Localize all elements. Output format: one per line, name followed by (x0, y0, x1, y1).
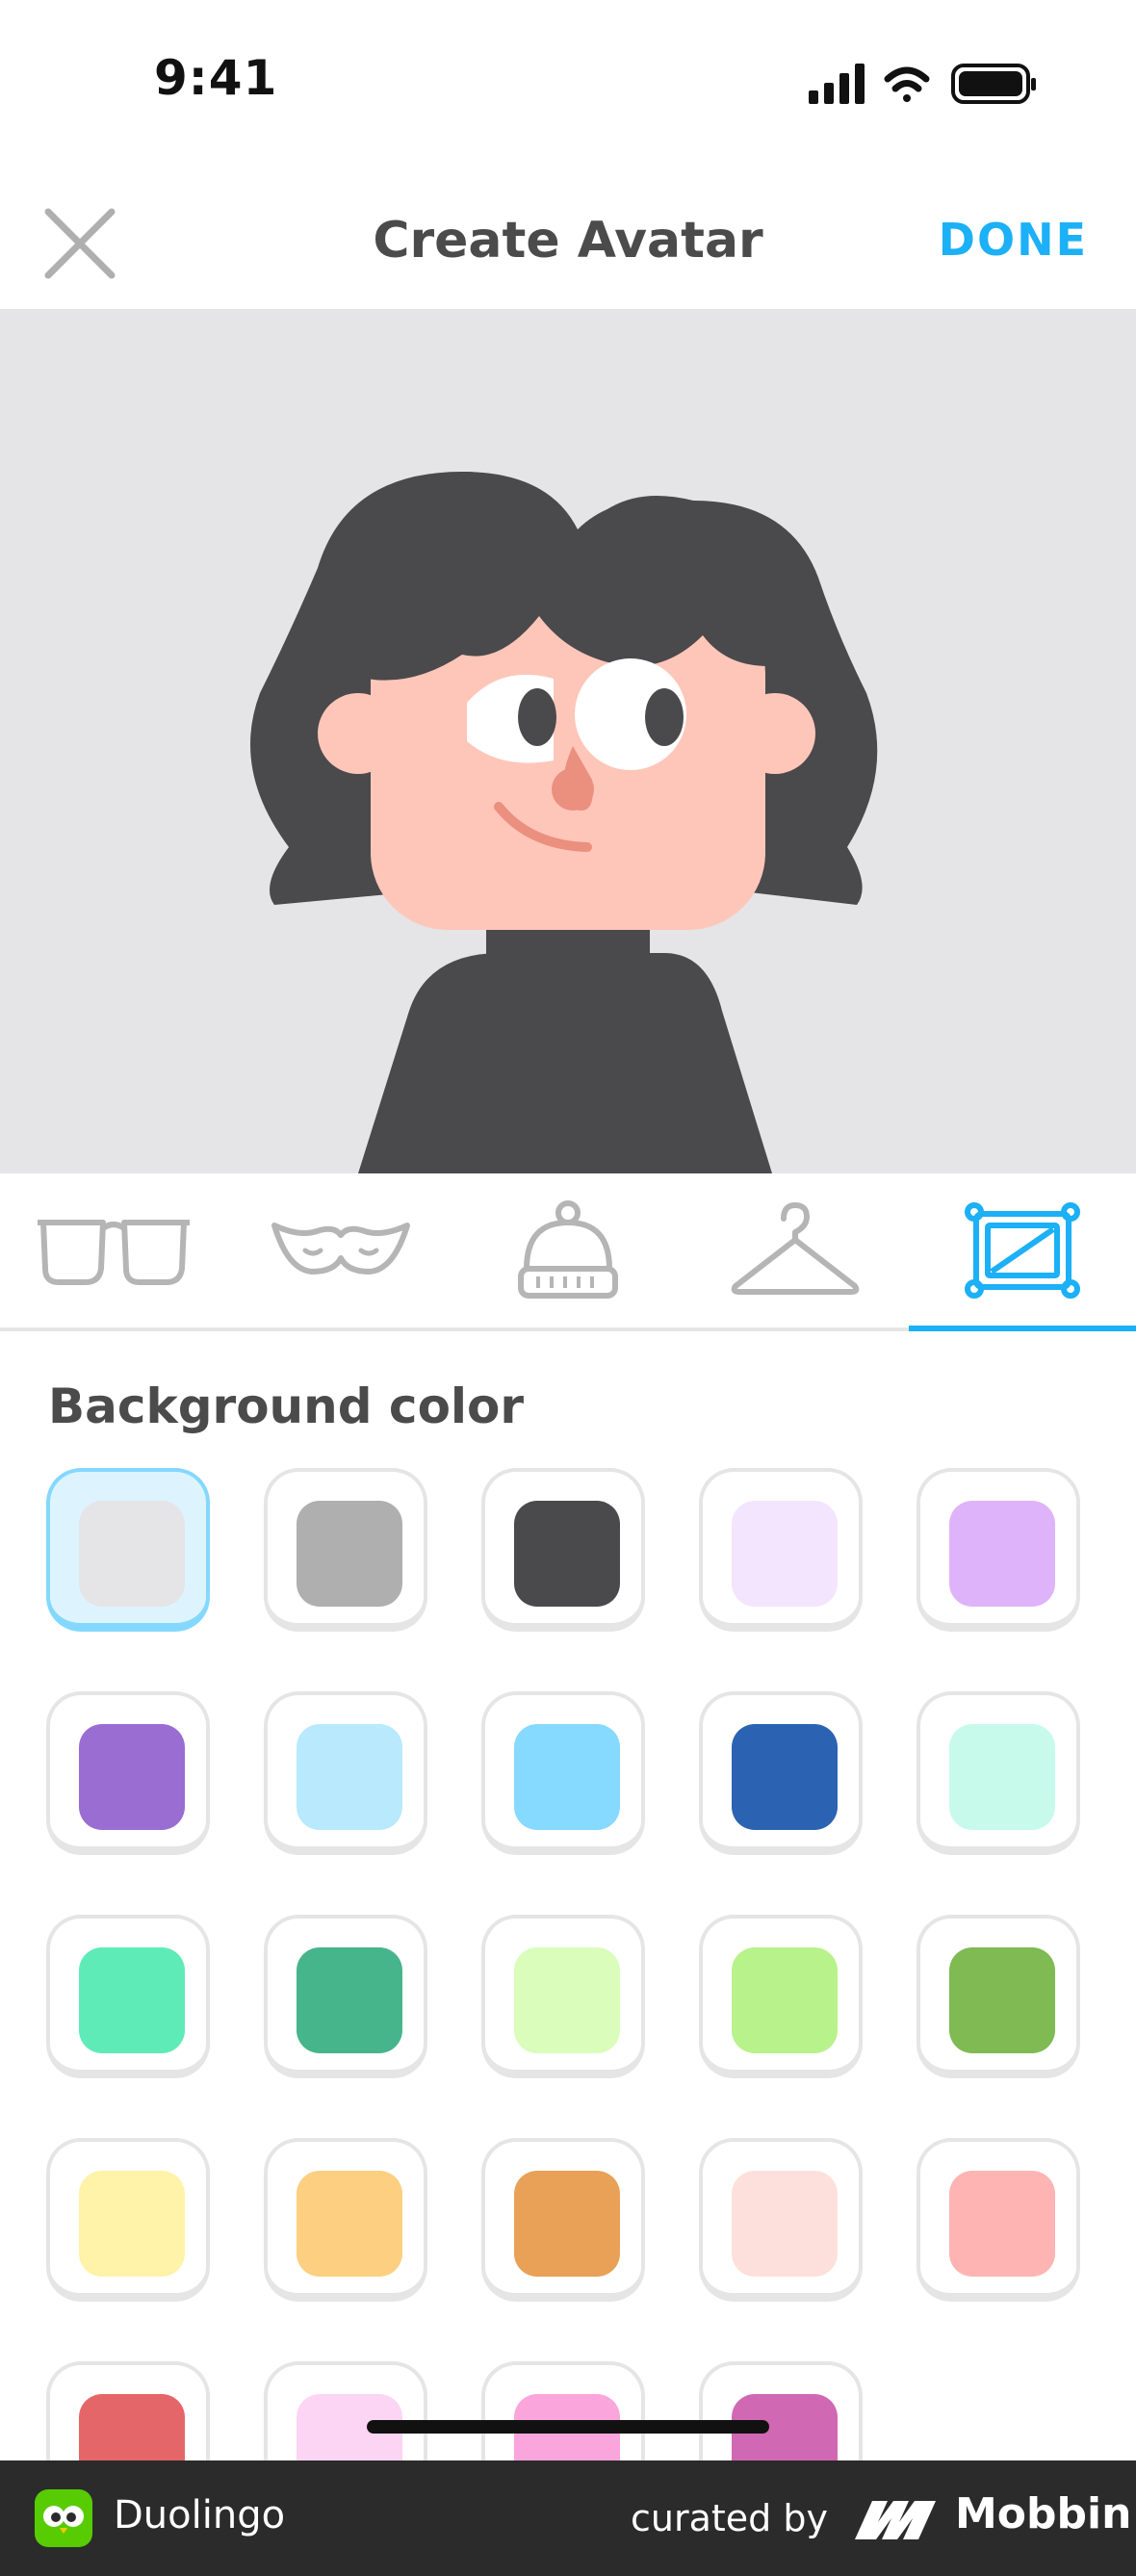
duolingo-logo-icon (35, 2489, 92, 2547)
color-chip (949, 1501, 1055, 1607)
color-swatch[interactable] (699, 1468, 863, 1632)
status-icons (809, 64, 1036, 104)
color-swatch[interactable] (699, 1691, 863, 1855)
footer-brand: Mobbin (955, 2489, 1132, 2538)
tab-mustache[interactable] (227, 1173, 454, 1327)
color-swatch[interactable] (481, 2138, 645, 2302)
color-swatch[interactable] (264, 2138, 427, 2302)
color-chip (79, 1947, 185, 2053)
color-chip (79, 1501, 185, 1607)
color-swatch[interactable] (264, 1691, 427, 1855)
tab-clothing[interactable] (682, 1173, 909, 1327)
color-chip (949, 1724, 1055, 1830)
color-chip (79, 2171, 185, 2277)
color-chip (949, 1947, 1055, 2053)
hanger-icon (731, 1202, 860, 1295)
cellular-signal-icon (809, 64, 865, 104)
glasses-icon (38, 1220, 190, 1285)
color-chip (297, 1724, 402, 1830)
beanie-icon (518, 1200, 618, 1299)
battery-icon (951, 64, 1036, 104)
color-swatch[interactable] (481, 1915, 645, 2078)
color-swatch[interactable] (917, 1691, 1080, 1855)
color-swatch[interactable] (917, 2138, 1080, 2302)
color-swatch[interactable] (46, 1468, 210, 1632)
color-chip (79, 1724, 185, 1830)
color-swatch[interactable] (917, 1468, 1080, 1632)
color-swatch[interactable] (481, 1468, 645, 1632)
tab-glasses[interactable] (0, 1173, 227, 1327)
avatar-illustration (250, 472, 878, 1173)
color-swatch[interactable] (46, 1915, 210, 2078)
color-chip (297, 1947, 402, 2053)
section-title: Background color (48, 1378, 525, 1434)
wifi-icon (884, 66, 930, 102)
color-chip (732, 1947, 838, 2053)
color-swatch[interactable] (699, 1915, 863, 2078)
status-time: 9:41 (154, 50, 278, 106)
color-chip (297, 2171, 402, 2277)
tab-background[interactable] (909, 1173, 1136, 1331)
color-chip (514, 1501, 620, 1607)
tab-hat[interactable] (454, 1173, 682, 1327)
done-button[interactable]: DONE (939, 214, 1088, 266)
mustache-icon (271, 1223, 410, 1275)
color-swatch[interactable] (917, 1915, 1080, 2078)
color-chip (949, 2171, 1055, 2277)
avatar-preview (0, 309, 1136, 1173)
color-swatch[interactable] (481, 1691, 645, 1855)
header: Create Avatar DONE (0, 173, 1136, 308)
category-tabs (0, 1173, 1136, 1331)
color-chip (732, 2171, 838, 2277)
color-chip (514, 1724, 620, 1830)
color-swatch[interactable] (46, 2138, 210, 2302)
color-swatch[interactable] (264, 1915, 427, 2078)
color-chip (514, 2171, 620, 2277)
home-indicator (367, 2420, 769, 2434)
footer-app-name: Duolingo (114, 2493, 286, 2537)
footer-curated-by: curated by (631, 2497, 828, 2539)
color-swatch[interactable] (46, 1691, 210, 1855)
mobbin-logo-icon (855, 2501, 936, 2539)
status-bar: 9:41 (0, 0, 1136, 173)
footer-bar: Duolingo curated by Mobbin (0, 2460, 1136, 2576)
color-chip (297, 1501, 402, 1607)
color-chip (732, 1724, 838, 1830)
color-swatch[interactable] (264, 1468, 427, 1632)
color-swatch[interactable] (699, 2138, 863, 2302)
color-chip (514, 1947, 620, 2053)
frame-icon (965, 1202, 1080, 1299)
color-chip (732, 1501, 838, 1607)
